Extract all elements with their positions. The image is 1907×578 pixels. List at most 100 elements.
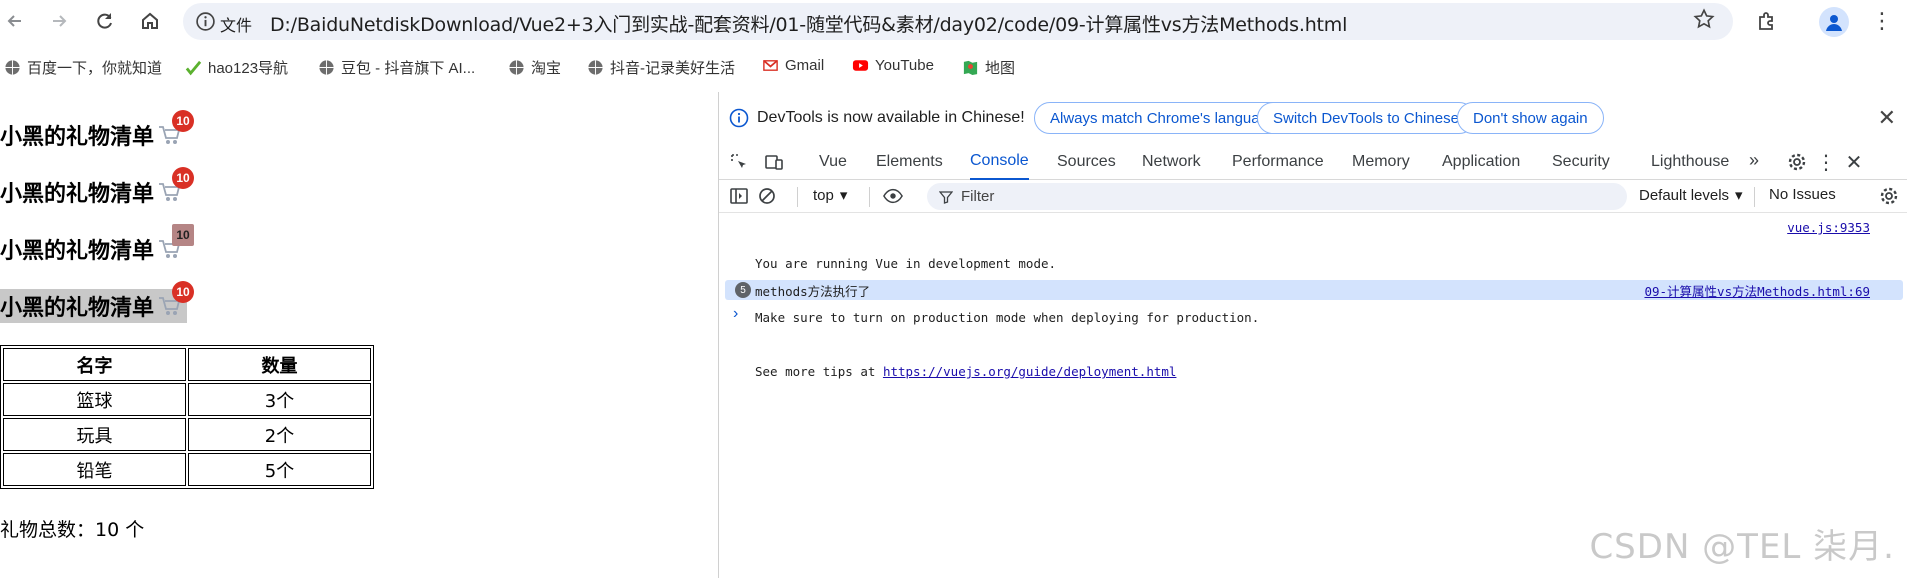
back-button[interactable] [0,6,30,36]
address-bar[interactable]: 文件 D:/BaiduNetdiskDownload/Vue2+3入门到实战-配… [183,3,1733,40]
home-button[interactable] [135,6,165,36]
info-icon[interactable] [195,11,216,32]
table-header-row: 名字 数量 [3,348,371,381]
tab-security[interactable]: Security [1552,144,1610,180]
tab-sources[interactable]: Sources [1057,144,1116,180]
filter-placeholder: Filter [961,188,995,205]
reload-icon [97,13,112,29]
toolbar-divider [1754,187,1755,207]
log-levels-dropdown[interactable]: Default levels ▾ [1639,186,1743,205]
console-message: You are running Vue in development mode.… [755,219,1259,417]
tab-application[interactable]: Application [1442,144,1520,180]
url-text[interactable]: D:/BaiduNetdiskDownload/Vue2+3入门到实战-配套资料… [270,10,1347,37]
bookmark-label: 百度一下，你就知道 [27,60,163,77]
console-message-line: Make sure to turn on production mode whe… [755,310,1260,325]
issues-counter[interactable]: No Issues [1769,186,1836,203]
table-cell: 玩具 [3,418,186,451]
info-icon [729,108,749,128]
bookmark-label: 地图 [985,60,1016,77]
devtools-panel: DevTools is now available in Chinese! Al… [718,92,1907,578]
source-link[interactable]: 09-计算属性vs方法Methods.html:69 [1644,281,1870,300]
bookmark-label: 抖音-记录美好生活 [610,60,735,77]
hao123-icon [185,60,202,76]
arrow-left-icon [7,15,21,27]
cart-icon: 10 [158,167,195,204]
gmail-icon [763,60,778,71]
bookmark-item[interactable]: YouTube [852,57,934,74]
tab-lighthouse[interactable]: Lighthouse [1651,144,1729,180]
gift-title-text: 小黑的礼物清单 [0,182,155,207]
tab-console[interactable]: Console [970,144,1029,180]
globe-icon [588,60,603,75]
extensions-icon[interactable] [1755,9,1779,33]
gift-title-text: 小黑的礼物清单 [0,239,155,264]
switch-to-chinese-button[interactable]: Switch DevTools to Chinese [1257,102,1475,134]
filter-icon [939,190,953,204]
devtools-close-icon[interactable]: ✕ [1844,152,1864,174]
watermark: CSDN @TEL 柒月. [1589,527,1895,567]
console-filter-input[interactable]: Filter [927,183,1627,210]
chrome-menu-icon[interactable]: ⋮ [1871,8,1893,34]
console-repeated-message: 5 methods方法执行了 09-计算属性vs方法Methods.html:6… [725,280,1903,300]
column-header-name: 名字 [3,348,186,381]
forward-button[interactable] [44,6,74,36]
close-icon[interactable]: ✕ [1878,105,1896,131]
inspect-element-icon[interactable] [729,152,749,172]
bookmark-item[interactable]: 豆包 - 抖音旗下 AI... [318,57,475,78]
cart-icon: 10 [158,224,195,261]
console-settings-icon[interactable] [1879,186,1899,206]
profile-avatar[interactable] [1819,7,1849,37]
bookmark-star-icon[interactable] [1693,8,1715,30]
sidebar-toggle-icon[interactable] [729,186,749,206]
gift-title: 小黑的礼物清单 10 [0,167,195,209]
context-selector[interactable]: top ▾ [813,186,847,205]
tab-network[interactable]: Network [1142,144,1201,180]
deployment-guide-link[interactable]: https://vuejs.org/guide/deployment.html [883,364,1177,379]
settings-gear-icon[interactable] [1787,152,1807,172]
gift-title-text: 小黑的礼物清单 [0,125,155,150]
devtools-menu-icon[interactable]: ⋮ [1816,152,1836,174]
context-label: top [813,186,834,204]
reload-button[interactable] [90,6,120,36]
more-tabs-icon[interactable]: » [1749,150,1759,171]
table-row: 篮球 3个 [3,383,371,416]
bookmark-item[interactable]: 抖音-记录美好生活 [587,57,735,78]
bookmark-item[interactable]: hao123导航 [185,57,288,78]
tab-memory[interactable]: Memory [1352,144,1410,180]
page-viewport: 小黑的礼物清单 10 小黑的礼物清单 10 小黑的礼物清单 10 小黑的礼物清单… [0,95,718,578]
bookmark-item[interactable]: 地图 [962,57,1015,78]
device-toolbar-icon[interactable] [764,152,784,172]
console-message-text: methods方法执行了 [755,284,871,299]
globe-icon [319,60,334,75]
clear-console-icon[interactable] [757,186,777,206]
console-prompt-icon[interactable]: › [733,305,738,323]
tab-vue[interactable]: Vue [819,144,847,180]
globe-icon [5,60,20,75]
console-message-line: See more tips at https://vuejs.org/guide… [755,363,1259,381]
bookmark-label: YouTube [875,57,934,74]
table-row: 玩具 2个 [3,418,371,451]
bookmark-label: 豆包 - 抖音旗下 AI... [341,60,476,77]
cart-badge: 10 [172,167,195,189]
browser-toolbar: 文件 D:/BaiduNetdiskDownload/Vue2+3入门到实战-配… [0,0,1907,43]
cart-badge: 10 [172,224,195,246]
always-match-language-button[interactable]: Always match Chrome's language [1034,102,1293,134]
source-link[interactable]: vue.js:9353 [1787,220,1870,235]
gift-title: 小黑的礼物清单 10 [0,224,195,266]
dont-show-again-button[interactable]: Don't show again [1457,102,1604,134]
bookmark-item[interactable]: 淘宝 [508,57,561,78]
scheme-label: 文件 [220,18,253,35]
tab-performance[interactable]: Performance [1232,144,1324,180]
repeat-count-badge: 5 [735,282,751,298]
bookmark-item[interactable]: Gmail [762,57,824,74]
toolbar-divider [869,187,870,207]
column-header-count: 数量 [188,348,371,381]
console-toolbar: top ▾ Filter Default levels ▾ No Issues [719,180,1907,213]
eye-icon[interactable] [883,186,903,206]
bookmark-label: Gmail [785,57,825,74]
table-cell: 3个 [188,383,371,416]
infobar-message: DevTools is now available in Chinese! [757,109,1025,126]
tab-elements[interactable]: Elements [876,144,943,180]
bookmark-item[interactable]: 百度一下，你就知道 [4,57,162,78]
gift-title: 小黑的礼物清单 10 [0,281,195,323]
